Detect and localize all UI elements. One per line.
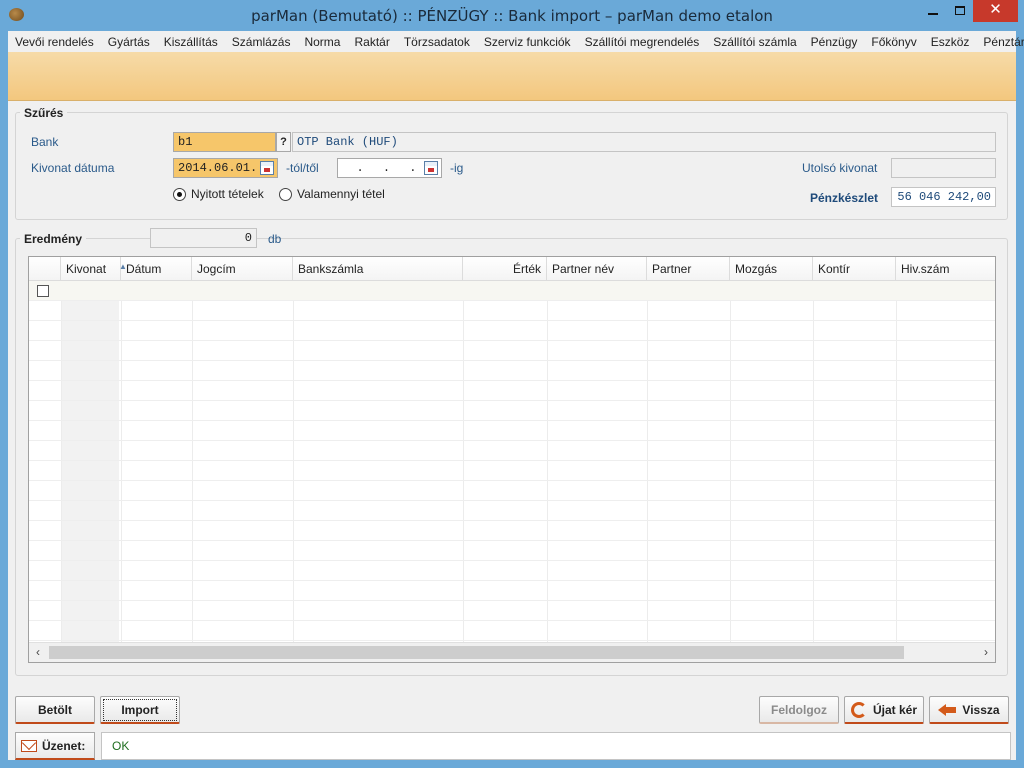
table-row [29, 441, 995, 461]
radio-all-items[interactable]: Valamennyi tétel [279, 187, 385, 201]
bank-label: Bank [31, 135, 59, 149]
grid-header-ertek[interactable]: Érték [463, 257, 547, 281]
horizontal-scrollbar[interactable]: ‹ › [29, 642, 995, 662]
message-label-text: Üzenet: [42, 738, 86, 753]
menu-item-torzsadatok[interactable]: Törzsadatok [397, 35, 477, 49]
back-button-label: Vissza [962, 702, 1000, 717]
title-bar: parMan (Bemutató) :: PÉNZÜGY :: Bank imp… [0, 0, 1024, 31]
balance-field: 56 046 242,00 [891, 187, 996, 207]
balance-label: Pénzkészlet [810, 191, 879, 205]
menu-item-norma[interactable]: Norma [297, 35, 347, 49]
calendar-from-icon[interactable] [260, 161, 274, 175]
grid-header-hivszam[interactable]: Hiv.szám [896, 257, 995, 281]
envelope-icon [21, 739, 37, 752]
menu-item-szamlazas[interactable]: Számlázás [225, 35, 298, 49]
menu-item-raktar[interactable]: Raktár [347, 35, 396, 49]
menu-item-vevoi-rendeles[interactable]: Vevői rendelés [8, 35, 101, 49]
maximize-button[interactable] [947, 0, 973, 22]
table-row [29, 541, 995, 561]
date-to-suffix: -ig [450, 161, 464, 175]
header-banner [8, 52, 1016, 101]
table-row [29, 601, 995, 621]
refresh-button[interactable]: Újat kér [844, 696, 924, 724]
radio-open-dot[interactable] [173, 187, 186, 201]
table-row [29, 621, 995, 641]
menu-item-gyartas[interactable]: Gyártás [101, 35, 157, 49]
scroll-right-icon[interactable]: › [977, 643, 995, 662]
bank-lookup-button[interactable]: ? [276, 132, 291, 152]
grid-header-mozgas[interactable]: Mozgás [730, 257, 813, 281]
grid-header-partner[interactable]: Partner [647, 257, 730, 281]
close-icon: ✕ [989, 1, 1002, 18]
grid-header-partner-nev[interactable]: Partner név [547, 257, 647, 281]
grid-header-bankszamla[interactable]: Bankszámla [293, 257, 463, 281]
table-row [29, 361, 995, 381]
date-from-suffix: -tól/től [286, 161, 319, 175]
table-row [29, 501, 995, 521]
table-row [29, 381, 995, 401]
grid-body [29, 281, 995, 643]
last-statement-label: Utolsó kivonat [802, 161, 878, 175]
grid-header-datum[interactable]: Dátum [121, 257, 192, 281]
client-area: Szűrés Bank b1 ? OTP Bank (HUF) Kivonat … [8, 52, 1016, 760]
grid-header: Kivonat ▲ Dátum Jogcím Bankszámla Érték P… [29, 257, 995, 281]
bank-code-input[interactable]: b1 [173, 132, 276, 152]
radio-all-dot[interactable] [279, 187, 292, 201]
grid-header-kontir[interactable]: Kontír [813, 257, 896, 281]
minimize-icon [928, 13, 938, 15]
scroll-thumb[interactable] [49, 646, 904, 659]
refresh-button-label: Újat kér [872, 702, 918, 717]
table-row [29, 341, 995, 361]
message-field: OK [101, 732, 1011, 760]
minimize-button[interactable] [919, 0, 947, 22]
row-select-checkbox[interactable] [37, 285, 49, 297]
table-row [29, 461, 995, 481]
last-statement-field [891, 158, 996, 178]
radio-open-items[interactable]: Nyitott tételek [173, 187, 264, 201]
menu-item-szallitoi-megrendeles[interactable]: Szállítói megrendelés [578, 35, 707, 49]
maximize-icon [955, 6, 965, 15]
table-row [29, 401, 995, 421]
close-button[interactable]: ✕ [973, 0, 1018, 22]
radio-all-label: Valamennyi tétel [297, 187, 385, 201]
menu-item-kiszallitas[interactable]: Kiszállítás [157, 35, 225, 49]
result-group-title: Eredmény [20, 232, 87, 246]
menu-item-szerviz-funkciok[interactable]: Szerviz funkciók [477, 35, 578, 49]
menu-item-fokonyv[interactable]: Főkönyv [864, 35, 923, 49]
table-row [29, 301, 995, 321]
table-row [29, 581, 995, 601]
menu-bar: Vevői rendelés Gyártás Kiszállítás Száml… [8, 31, 1024, 52]
process-button[interactable]: Feldolgoz [759, 696, 839, 724]
back-button[interactable]: Vissza [929, 696, 1009, 724]
bank-name-field: OTP Bank (HUF) [292, 132, 996, 152]
grid-header-jogcim[interactable]: Jogcím [192, 257, 293, 281]
menu-item-penzugy[interactable]: Pénzügy [804, 35, 865, 49]
message-label: Üzenet: [15, 732, 95, 760]
back-arrow-icon [938, 703, 957, 716]
refresh-icon [850, 701, 867, 718]
scroll-left-icon[interactable]: ‹ [29, 643, 47, 662]
result-count-unit: db [268, 232, 282, 246]
table-row [29, 561, 995, 581]
menu-item-szallitoi-szamla[interactable]: Szállítói számla [706, 35, 803, 49]
radio-open-label: Nyitott tételek [191, 187, 264, 201]
table-row [29, 321, 995, 341]
result-grid[interactable]: Kivonat ▲ Dátum Jogcím Bankszámla Érték P… [28, 256, 996, 663]
result-count-field: 0 [150, 228, 257, 248]
grid-header-kivonat-label: Kivonat [66, 262, 107, 276]
table-row [29, 521, 995, 541]
menu-item-eszkoz[interactable]: Eszköz [924, 35, 977, 49]
load-button[interactable]: Betölt [15, 696, 95, 724]
statement-date-label: Kivonat dátuma [31, 161, 115, 175]
window-title: parMan (Bemutató) :: PÉNZÜGY :: Bank imp… [251, 7, 773, 25]
import-button[interactable]: Import [100, 696, 180, 724]
filter-group-title: Szűrés [20, 106, 68, 120]
menu-item-penztar[interactable]: Pénztár [976, 35, 1024, 49]
table-row[interactable] [29, 281, 995, 301]
calendar-to-icon[interactable] [424, 161, 438, 175]
grid-header-select[interactable] [29, 257, 61, 281]
table-row [29, 421, 995, 441]
table-row [29, 481, 995, 501]
grid-header-kivonat[interactable]: Kivonat ▲ [61, 257, 127, 281]
